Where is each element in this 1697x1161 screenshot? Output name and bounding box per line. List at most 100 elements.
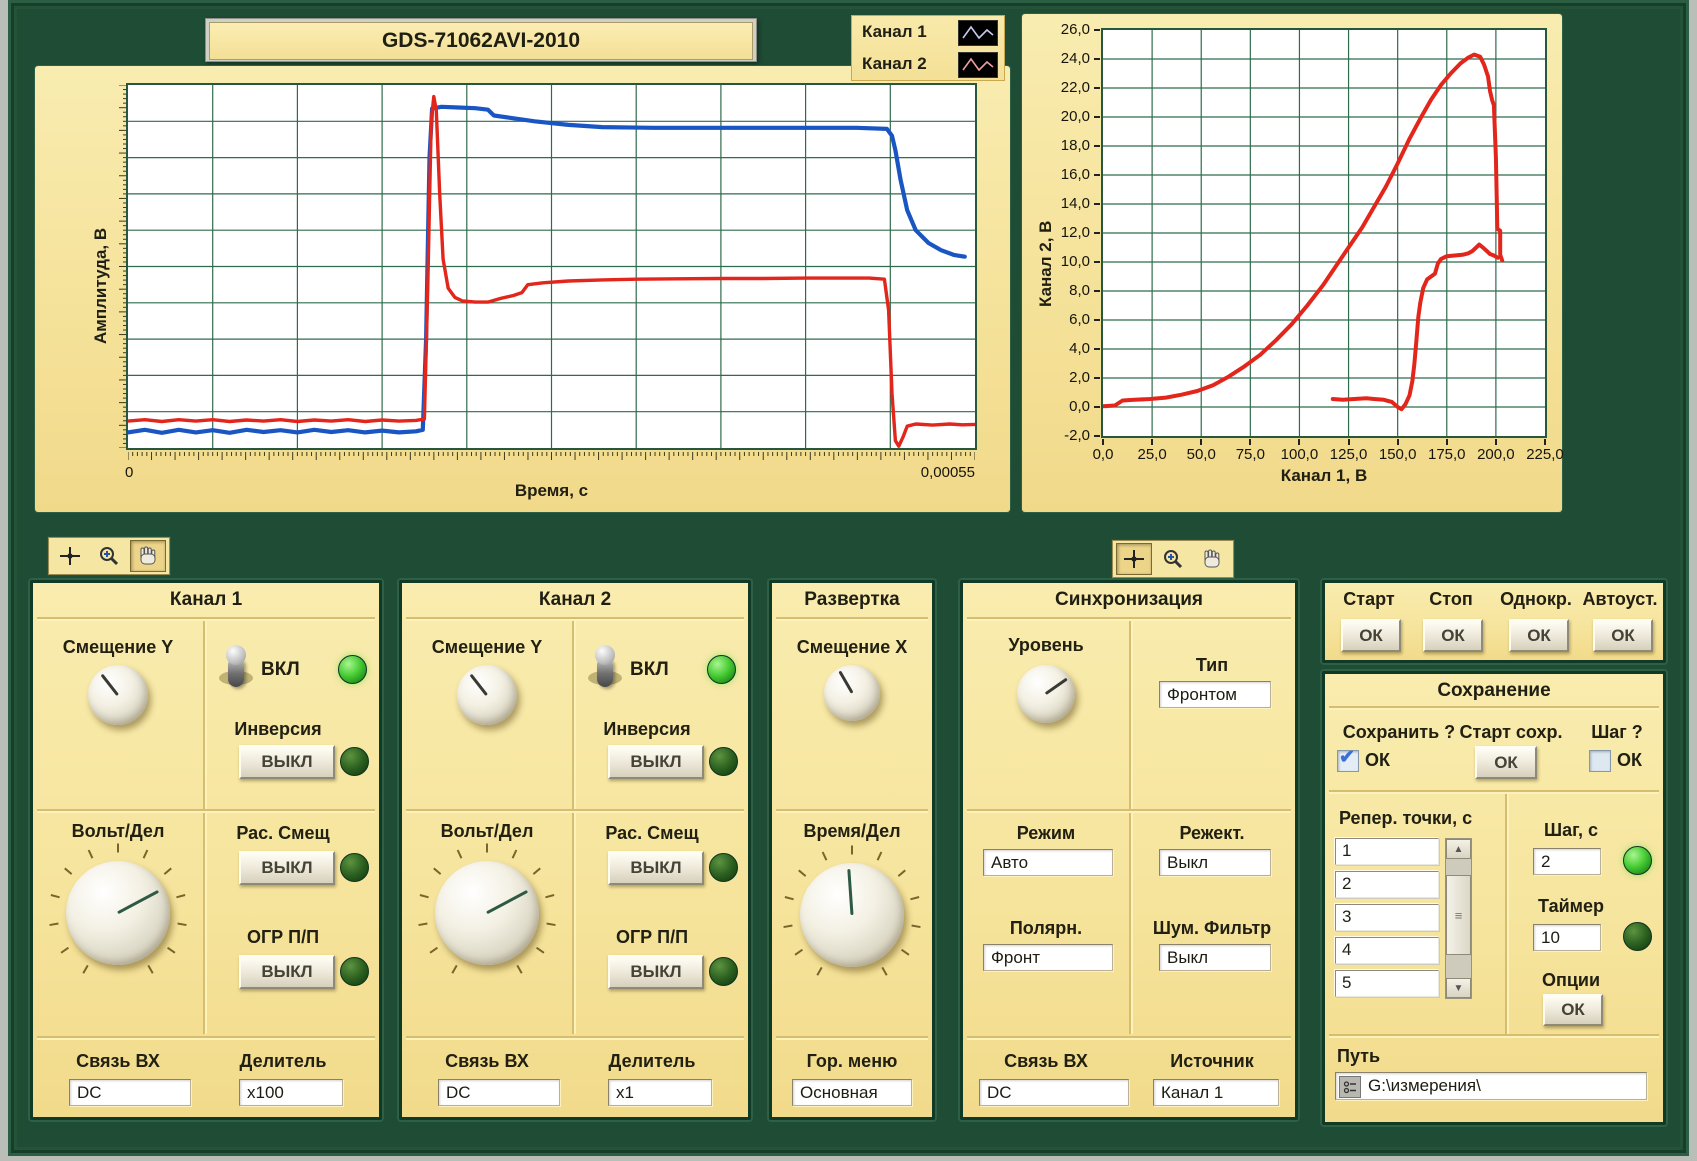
hor-menu-select[interactable]: Основная bbox=[792, 1079, 912, 1106]
legend-item-channel1[interactable]: Канал 1 bbox=[852, 16, 1004, 48]
zoom-tool[interactable] bbox=[1155, 543, 1191, 575]
scroll-thumb[interactable]: ≡ bbox=[1446, 875, 1471, 955]
coupling-label: Связь ВХ bbox=[963, 1051, 1129, 1072]
coupling-select[interactable]: DC bbox=[69, 1079, 191, 1106]
inversion-led bbox=[709, 747, 738, 776]
bw-limit-led bbox=[340, 957, 369, 986]
offset-x-label: Смещение X bbox=[772, 637, 932, 658]
ref-point-item[interactable]: 2 bbox=[1335, 871, 1439, 898]
xy-plot-area[interactable] bbox=[1103, 30, 1545, 436]
options-label: Опции bbox=[1521, 970, 1621, 991]
panel-title: Развертка bbox=[772, 589, 932, 611]
step-label: Шаг, с bbox=[1521, 820, 1621, 841]
timer-label: Таймер bbox=[1521, 896, 1621, 917]
power-label: ВКЛ bbox=[630, 659, 690, 681]
power-toggle[interactable] bbox=[215, 645, 257, 693]
zoom-tool[interactable] bbox=[91, 540, 127, 572]
ref-points-scrollbar[interactable]: ▲ ≡ ▼ bbox=[1445, 838, 1472, 999]
volt-div-knob[interactable] bbox=[435, 861, 539, 965]
inversion-button[interactable]: ВЫКЛ bbox=[608, 745, 704, 779]
ref-points-label: Репер. точки, с bbox=[1331, 808, 1509, 829]
noise-filter-select[interactable]: Выкл bbox=[1159, 944, 1271, 971]
y-tick-label: 26,0 bbox=[1040, 21, 1100, 38]
level-label: Уровень bbox=[963, 635, 1129, 656]
timer-value-field[interactable]: 10 bbox=[1533, 924, 1601, 951]
power-toggle[interactable] bbox=[584, 645, 626, 693]
coupling-select[interactable]: DC bbox=[438, 1079, 560, 1106]
offset-y-knob[interactable] bbox=[457, 665, 517, 725]
waveform-icon bbox=[958, 52, 998, 78]
legend-label: Канал 1 bbox=[862, 22, 927, 42]
y-tick-label: 8,0 bbox=[1040, 282, 1100, 299]
stop-label: Стоп bbox=[1413, 589, 1489, 610]
time-div-knob[interactable] bbox=[800, 863, 904, 967]
ref-point-item[interactable]: 4 bbox=[1335, 937, 1439, 964]
scroll-up-button[interactable]: ▲ bbox=[1446, 839, 1471, 859]
device-title-box: GDS-71062AVI-2010 bbox=[205, 18, 757, 62]
type-label: Тип bbox=[1129, 655, 1295, 676]
offset-x-knob[interactable] bbox=[824, 665, 880, 721]
reject-select[interactable]: Выкл bbox=[1159, 849, 1271, 876]
sweep-panel: Развертка Смещение X Время/Дел Гор. меню… bbox=[769, 580, 935, 1120]
divider-select[interactable]: x1 bbox=[608, 1079, 712, 1106]
save-checkbox[interactable]: ✔ bbox=[1337, 750, 1359, 772]
ext-offset-button[interactable]: ВЫКЛ bbox=[608, 851, 704, 885]
source-select[interactable]: Канал 1 bbox=[1153, 1079, 1279, 1106]
hand-tool[interactable] bbox=[1194, 543, 1230, 575]
panel-title: Канал 1 bbox=[33, 589, 379, 611]
crosshair-tool[interactable] bbox=[52, 540, 88, 572]
start-save-button[interactable]: ОК bbox=[1475, 746, 1537, 779]
sync-panel: Синхронизация Уровень Тип Фронтом Режим … bbox=[960, 580, 1298, 1120]
step-checkbox[interactable] bbox=[1589, 750, 1611, 772]
ext-offset-button[interactable]: ВЫКЛ bbox=[239, 851, 335, 885]
single-button[interactable]: ОК bbox=[1509, 619, 1569, 652]
offset-y-knob[interactable] bbox=[88, 665, 148, 725]
step-checkbox-label: ОК bbox=[1617, 750, 1642, 771]
save-checkbox-label: ОК bbox=[1365, 750, 1390, 771]
level-knob[interactable] bbox=[1017, 665, 1075, 723]
polarity-select[interactable]: Фронт bbox=[983, 944, 1113, 971]
x-axis-ruler bbox=[128, 452, 975, 462]
mode-select[interactable]: Авто bbox=[983, 849, 1113, 876]
autoset-button[interactable]: ОК bbox=[1593, 619, 1653, 652]
waveform-plot-area[interactable] bbox=[128, 85, 975, 448]
panel-title: Синхронизация bbox=[963, 589, 1295, 611]
y-tick-label: 24,0 bbox=[1040, 50, 1100, 67]
step-value-field[interactable]: 2 bbox=[1533, 848, 1601, 875]
hand-tool[interactable] bbox=[130, 540, 166, 572]
options-button[interactable]: ОК bbox=[1543, 994, 1603, 1026]
divider-select[interactable]: x100 bbox=[239, 1079, 343, 1106]
inversion-button[interactable]: ВЫКЛ bbox=[239, 745, 335, 779]
inversion-label: Инверсия bbox=[572, 719, 722, 740]
path-value: G:\измерения\ bbox=[1368, 1076, 1481, 1095]
x-tick-label: 225,0 bbox=[1515, 439, 1575, 463]
volt-div-knob[interactable] bbox=[66, 861, 170, 965]
bw-limit-label: ОГР П/П bbox=[572, 927, 732, 948]
bw-limit-button[interactable]: ВЫКЛ bbox=[239, 955, 335, 989]
bw-limit-led bbox=[709, 957, 738, 986]
step-question-label: Шаг ? bbox=[1577, 722, 1657, 743]
coupling-label: Связь ВХ bbox=[402, 1051, 572, 1072]
mode-label: Режим bbox=[963, 823, 1129, 844]
saving-panel: Сохранение Сохранить ? ✔ ОК Старт сохр. … bbox=[1322, 671, 1666, 1125]
coupling-select[interactable]: DC bbox=[979, 1079, 1129, 1106]
left-graph-palette bbox=[48, 537, 170, 575]
volt-div-label: Вольт/Дел bbox=[33, 821, 203, 842]
legend-label: Канал 2 bbox=[862, 54, 927, 74]
y-tick-label: 12,0 bbox=[1040, 224, 1100, 241]
ref-point-item[interactable]: 3 bbox=[1335, 904, 1439, 931]
channel1-panel: Канал 1 Смещение Y ВКЛ Инверсия ВЫКЛ Вол… bbox=[30, 580, 382, 1120]
channel2-panel: Канал 2 Смещение Y ВКЛ Инверсия ВЫКЛ Вол… bbox=[399, 580, 751, 1120]
ref-point-item[interactable]: 5 bbox=[1335, 970, 1439, 997]
crosshair-tool[interactable] bbox=[1116, 543, 1152, 575]
stop-button[interactable]: ОК bbox=[1423, 619, 1483, 652]
bw-limit-button[interactable]: ВЫКЛ bbox=[608, 955, 704, 989]
type-select[interactable]: Фронтом bbox=[1159, 681, 1271, 708]
scroll-down-button[interactable]: ▼ bbox=[1446, 978, 1471, 998]
legend-item-channel2[interactable]: Канал 2 bbox=[852, 48, 1004, 80]
start-button[interactable]: ОК bbox=[1341, 619, 1401, 652]
y-tick-label: 6,0 bbox=[1040, 311, 1100, 328]
power-led bbox=[338, 655, 367, 684]
ref-point-item[interactable]: 1 bbox=[1335, 838, 1439, 865]
path-field[interactable]: G:\измерения\ bbox=[1335, 1072, 1647, 1100]
